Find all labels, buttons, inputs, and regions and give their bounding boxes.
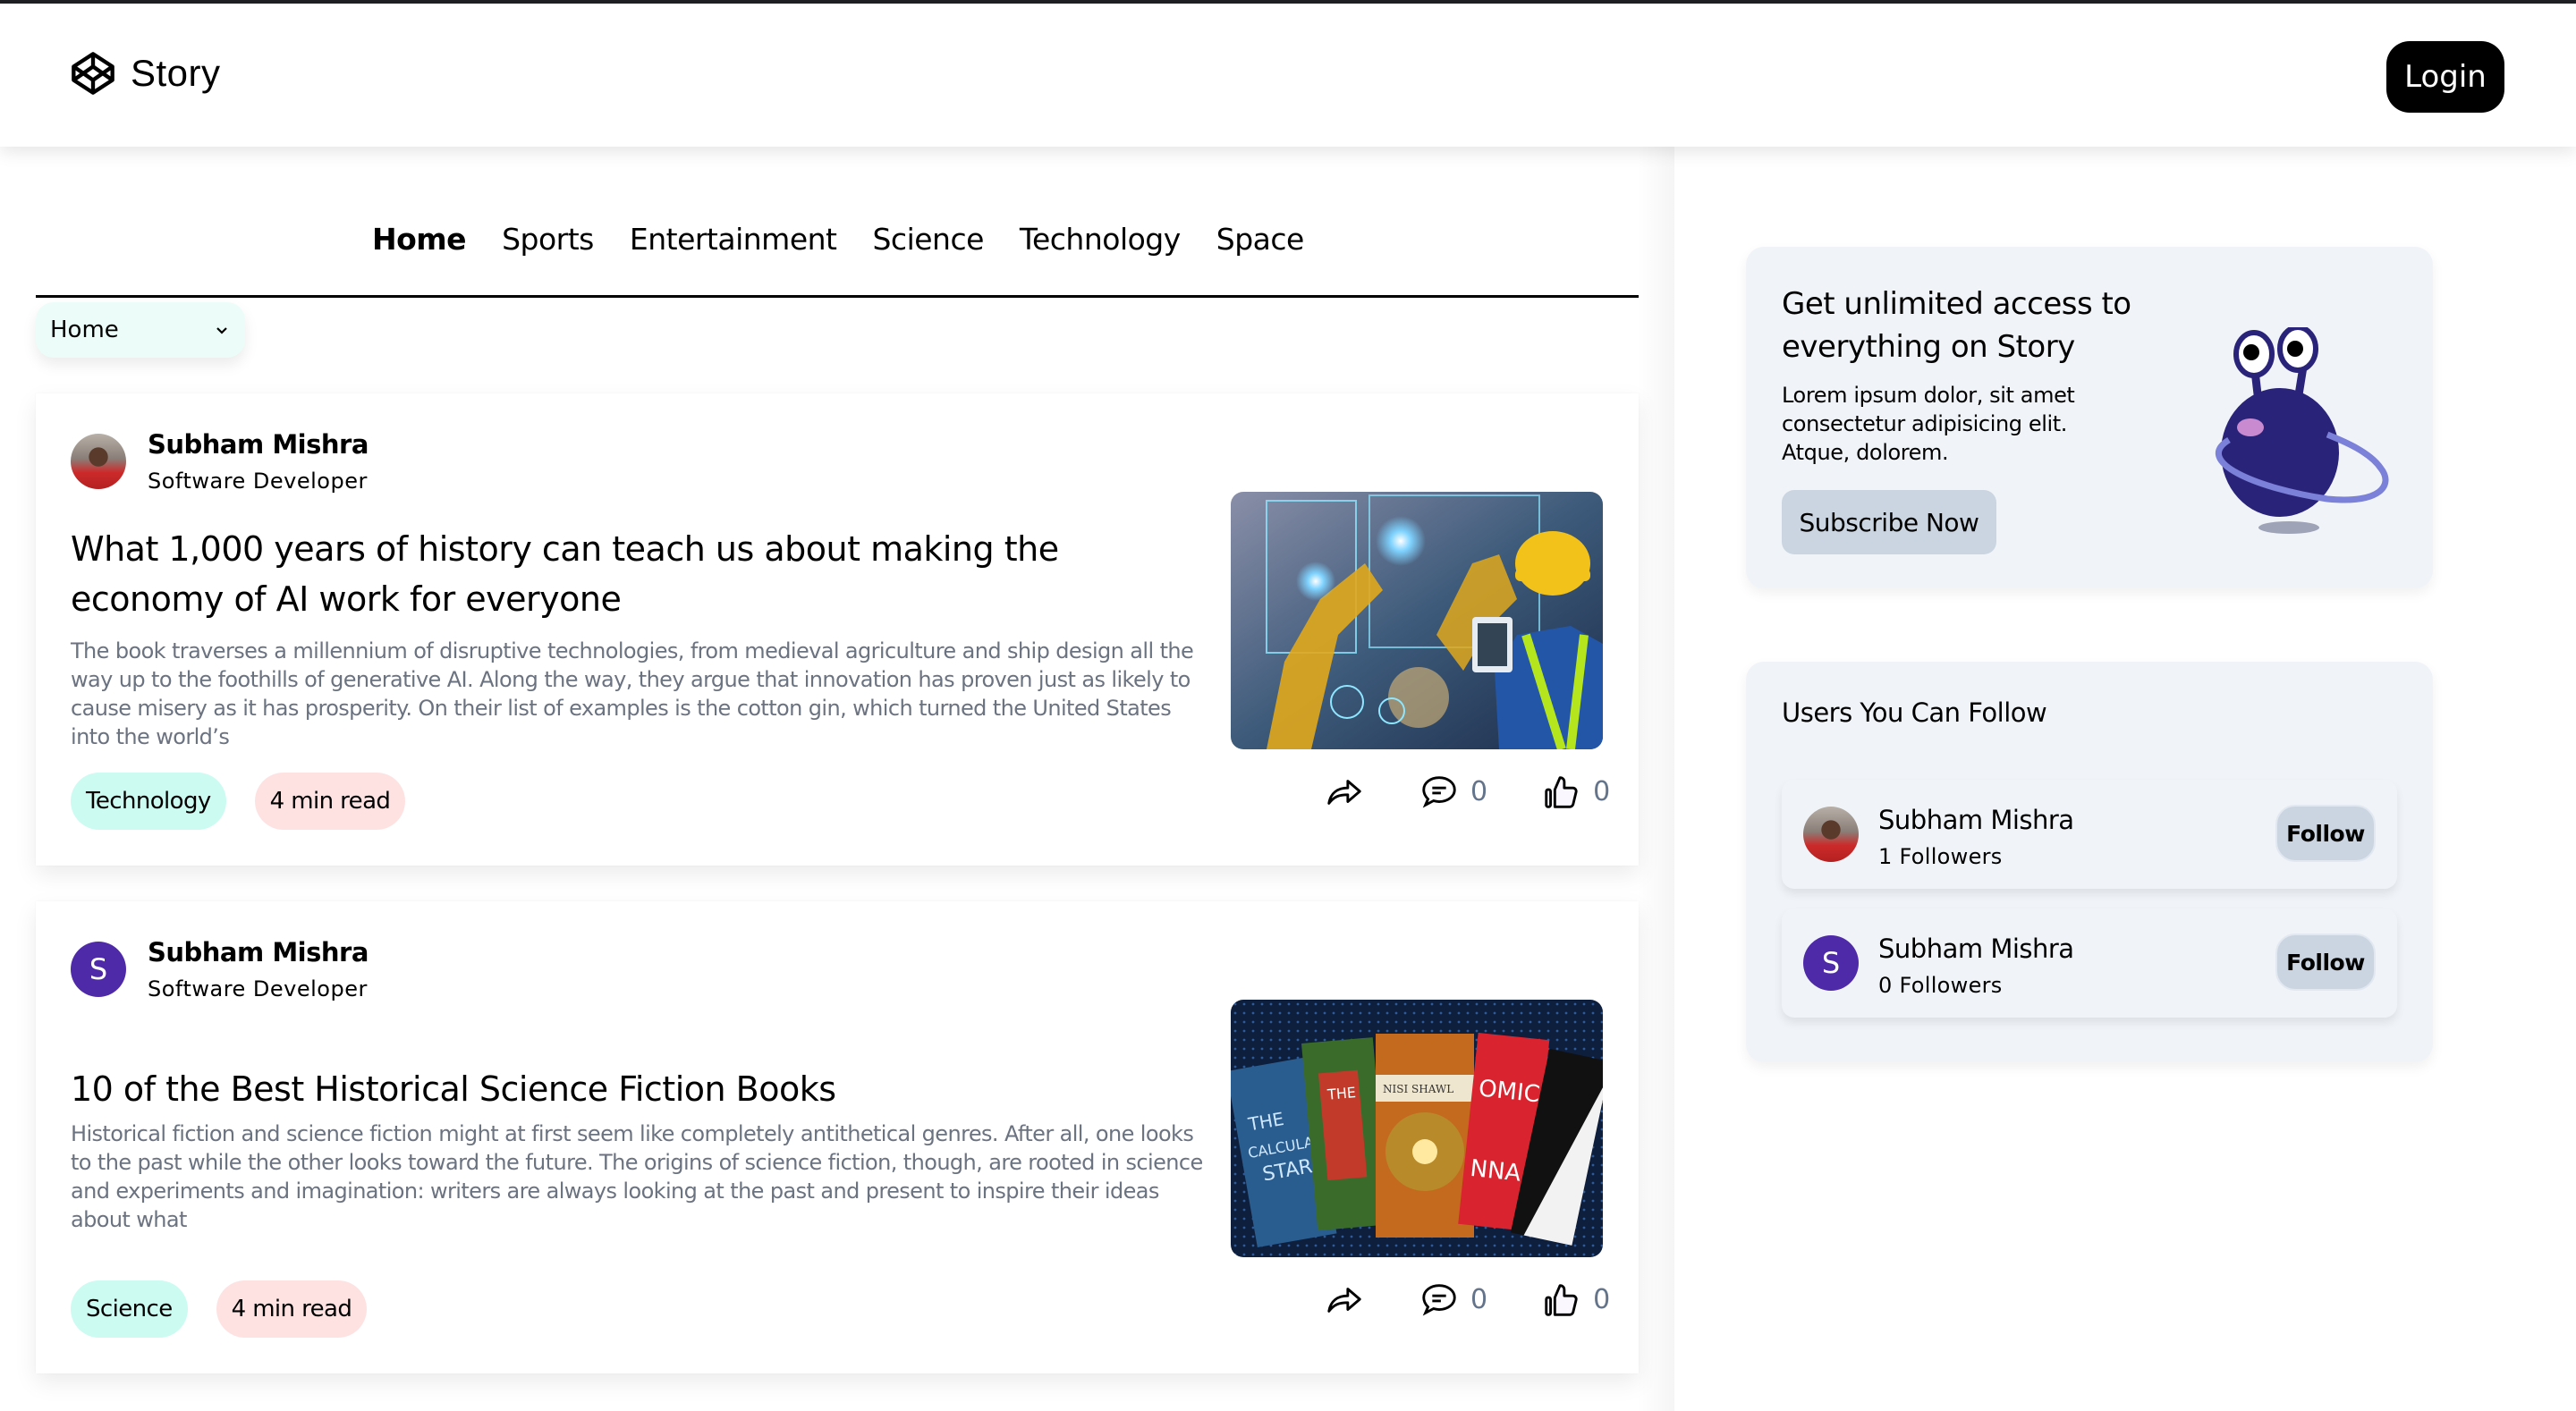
read-time-badge: 4 min read xyxy=(254,773,406,830)
post-title[interactable]: 10 of the Best Historical Science Fictio… xyxy=(71,1064,1162,1114)
author-role: Software Developer xyxy=(148,976,368,1001)
author-name: Subham Mishra xyxy=(148,429,369,460)
like-count: 0 xyxy=(1593,1283,1611,1315)
user-name: Subham Mishra xyxy=(1878,805,2074,835)
post-actions: 0 0 xyxy=(1324,1279,1610,1320)
post-card[interactable]: S Subham Mishra Software Developer 10 of… xyxy=(36,901,1639,1373)
category-nav-divider xyxy=(36,295,1639,298)
login-button[interactable]: Login xyxy=(2386,41,2504,113)
follower-count: 0 Followers xyxy=(1878,973,2003,998)
post-tags: Science 4 min read xyxy=(71,1280,368,1338)
avatar: S xyxy=(71,942,126,997)
promo-text: Lorem ipsum dolor, sit amet consectetur … xyxy=(1782,383,2075,465)
svg-text:THE: THE xyxy=(1326,1084,1356,1103)
post-image-illustration xyxy=(1231,492,1603,749)
post-author[interactable]: S Subham Mishra Software Developer xyxy=(71,937,369,1001)
share-button[interactable] xyxy=(1324,1279,1365,1320)
subscription-promo-card: Get unlimited access to everything on St… xyxy=(1746,247,2433,588)
post-tags: Technology 4 min read xyxy=(71,773,406,830)
follow-button[interactable]: Follow xyxy=(2275,805,2376,862)
category-tag[interactable]: Science xyxy=(71,1280,188,1338)
post-excerpt: The book traverses a millennium of disru… xyxy=(71,638,1194,749)
svg-text:NNA: NNA xyxy=(1469,1155,1522,1187)
user-name: Subham Mishra xyxy=(1878,934,2074,964)
comment-count: 0 xyxy=(1470,1283,1488,1315)
follow-section-title: Users You Can Follow xyxy=(1782,697,2047,728)
post-image[interactable]: THE CALCULAT STAR THE NISI SHAWL OMIC NNA xyxy=(1231,1000,1603,1257)
avatar xyxy=(71,434,126,489)
post-card[interactable]: Subham Mishra Software Developer What 1,… xyxy=(36,393,1639,866)
users-to-follow-card: Users You Can Follow Subham Mishra 1 Fol… xyxy=(1746,662,2433,1062)
category-tab-space[interactable]: Space xyxy=(1216,222,1305,257)
brand-logo[interactable]: Story xyxy=(70,50,221,97)
category-tab-sports[interactable]: Sports xyxy=(502,222,594,257)
post-excerpt: Historical fiction and science fiction m… xyxy=(71,1121,1203,1232)
read-time-badge: 4 min read xyxy=(216,1280,368,1338)
chevron-down-icon xyxy=(216,327,227,334)
avatar xyxy=(1803,807,1859,862)
like-count: 0 xyxy=(1593,775,1611,807)
comment-button[interactable]: 0 xyxy=(1419,1279,1487,1320)
post-image[interactable] xyxy=(1231,492,1603,749)
comment-button[interactable]: 0 xyxy=(1419,771,1487,812)
category-tab-entertainment[interactable]: Entertainment xyxy=(630,222,837,257)
follow-user-item[interactable]: Subham Mishra 1 Followers Follow xyxy=(1782,780,2397,889)
like-button[interactable]: 0 xyxy=(1541,1279,1610,1320)
main-feed: Home Sports Entertainment Science Techno… xyxy=(0,147,1674,1411)
post-image-illustration: THECALCULATSTAR THE NISI SHAWL OMICNNA xyxy=(1231,1000,1603,1257)
category-nav: Home Sports Entertainment Science Techno… xyxy=(372,222,1304,257)
avatar: S xyxy=(1803,935,1859,991)
follower-count: 1 Followers xyxy=(1878,844,2003,869)
category-tab-science[interactable]: Science xyxy=(872,222,984,257)
comment-icon xyxy=(1422,1284,1456,1316)
post-title[interactable]: What 1,000 years of history can teach us… xyxy=(71,524,1162,624)
author-name: Subham Mishra xyxy=(148,937,369,967)
follow-user-item[interactable]: S Subham Mishra 0 Followers Follow xyxy=(1782,908,2397,1018)
thumbs-up-icon xyxy=(1545,1284,1578,1316)
share-button[interactable] xyxy=(1324,771,1365,812)
alien-mascot-illustration xyxy=(2215,327,2389,534)
column-divider-shadow xyxy=(1637,147,1674,1411)
promo-title: Get unlimited access to everything on St… xyxy=(1782,286,2131,365)
like-button[interactable]: 0 xyxy=(1541,771,1610,812)
category-tag[interactable]: Technology xyxy=(71,773,226,830)
svg-text:NISI SHAWL: NISI SHAWL xyxy=(1383,1083,1453,1095)
comment-icon xyxy=(1422,776,1456,808)
post-actions: 0 0 xyxy=(1324,771,1610,812)
navbar: Story Login xyxy=(0,4,2576,147)
share-icon xyxy=(1327,780,1361,805)
category-tab-technology[interactable]: Technology xyxy=(1020,222,1181,257)
codepen-cube-icon xyxy=(72,52,114,95)
category-dropdown-value: Home xyxy=(50,317,119,343)
brand-name: Story xyxy=(131,52,221,94)
follow-button[interactable]: Follow xyxy=(2275,934,2376,991)
author-role: Software Developer xyxy=(148,469,368,494)
post-author[interactable]: Subham Mishra Software Developer xyxy=(71,429,369,494)
subscribe-now-button[interactable]: Subscribe Now xyxy=(1782,490,1996,554)
comment-count: 0 xyxy=(1470,775,1488,807)
share-icon xyxy=(1327,1288,1361,1313)
thumbs-up-icon xyxy=(1545,776,1578,808)
category-tab-home[interactable]: Home xyxy=(372,222,467,257)
category-dropdown[interactable]: Home xyxy=(36,302,245,358)
